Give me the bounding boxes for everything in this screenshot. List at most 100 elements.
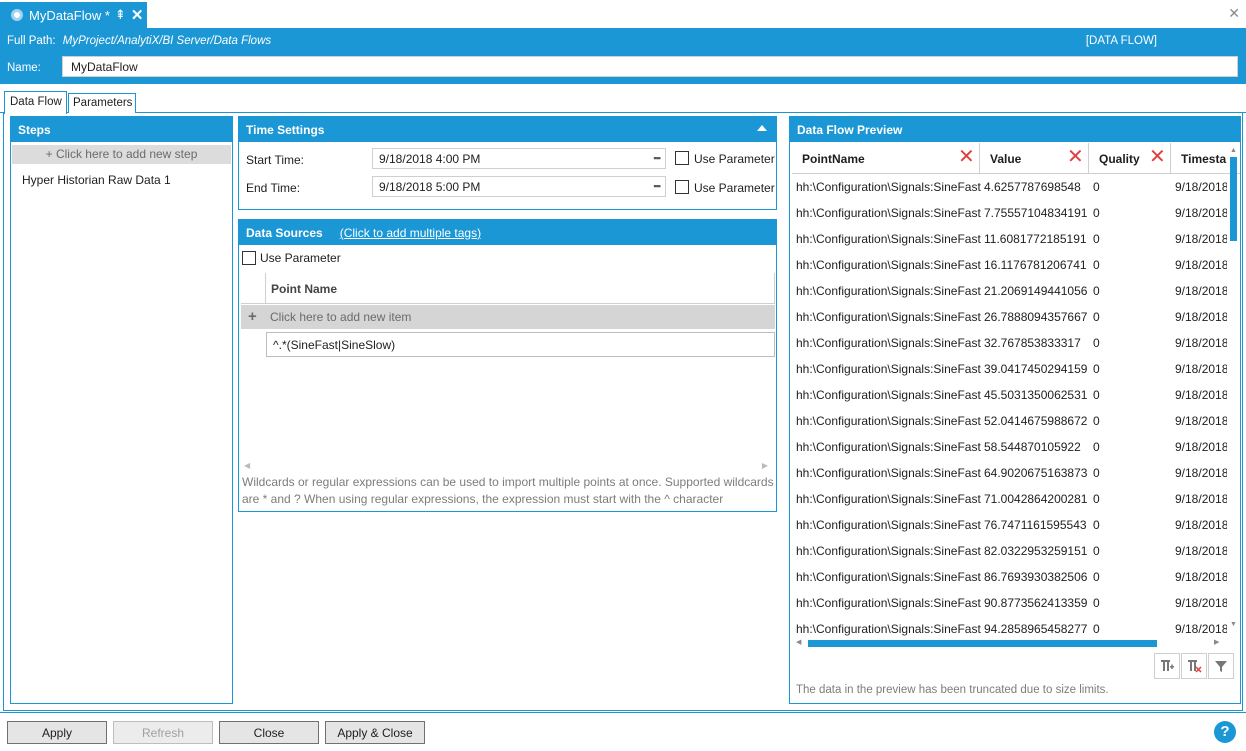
document-tab-title: MyDataFlow * xyxy=(29,7,110,23)
cell-quality: 0 xyxy=(1093,232,1100,246)
table-row[interactable]: hh:\Configuration\Signals:SineFast 11.608… xyxy=(792,226,1228,252)
window-close-icon[interactable]: ✕ xyxy=(1228,5,1240,22)
vertical-scrollbar[interactable]: ▲ ▼ xyxy=(1229,147,1238,631)
time-settings-header: Time Settings xyxy=(239,117,776,142)
scroll-right-icon[interactable]: ▶ xyxy=(1214,638,1219,646)
column-label: Quality xyxy=(1099,152,1140,166)
cell-value: 76.7471161595543 xyxy=(984,518,1087,532)
cell-timestamp: 9/18/2018 xyxy=(1175,232,1227,246)
table-row[interactable]: hh:\Configuration\Signals:SineFast 86.769… xyxy=(792,564,1228,590)
cell-quality: 0 xyxy=(1093,492,1100,506)
table-row[interactable]: hh:\Configuration\Signals:SineFast 76.747… xyxy=(792,512,1228,538)
document-tab[interactable]: MyDataFlow * ⇞ ✕ xyxy=(0,2,147,28)
cell-quality: 0 xyxy=(1093,388,1100,402)
start-time-value: 9/18/2018 4:00 PM xyxy=(379,152,481,166)
refresh-button[interactable]: Refresh xyxy=(113,721,213,744)
add-item-label: Click here to add new item xyxy=(270,310,412,324)
scroll-left-icon[interactable]: ◀ xyxy=(796,638,801,646)
tab-parameters[interactable]: Parameters xyxy=(68,93,136,113)
close-button[interactable]: Close xyxy=(219,721,319,744)
scroll-right-icon[interactable]: ▶ xyxy=(762,461,768,470)
scroll-left-icon[interactable]: ◀ xyxy=(244,461,250,470)
add-column-button[interactable] xyxy=(1154,653,1180,679)
table-row[interactable]: hh:\Configuration\Signals:SineFast 52.041… xyxy=(792,408,1228,434)
table-row[interactable]: hh:\Configuration\Signals:SineFast 45.503… xyxy=(792,382,1228,408)
cell-quality: 0 xyxy=(1093,206,1100,220)
cell-quality: 0 xyxy=(1093,284,1100,298)
name-input[interactable] xyxy=(62,56,1238,77)
tab-data-flow[interactable]: Data Flow xyxy=(4,91,67,114)
end-use-parameter-checkbox[interactable] xyxy=(675,180,689,194)
cell-timestamp: 9/18/2018 xyxy=(1175,206,1227,220)
cell-value: 11.6081772185191 xyxy=(984,232,1087,246)
cell-quality: 0 xyxy=(1093,310,1100,324)
table-row[interactable]: hh:\Configuration\Signals:SineFast 39.041… xyxy=(792,356,1228,382)
column-header-value[interactable]: Value ✕ xyxy=(980,143,1089,174)
remove-columns-button[interactable] xyxy=(1181,653,1207,679)
calendar-icon[interactable]: ▪▪▪ xyxy=(653,153,661,163)
data-flow-preview-panel: Data Flow Preview PointName ✕ Value ✕ Qu… xyxy=(789,116,1241,704)
sub-tab-bar: Data Flow Parameters xyxy=(0,91,1246,114)
column-header-quality[interactable]: Quality ✕ xyxy=(1089,143,1171,174)
plus-icon: + xyxy=(248,308,257,325)
scrollbar-thumb[interactable] xyxy=(1230,157,1237,241)
grid-divider xyxy=(265,273,266,304)
cell-value: 7.75557104834191 xyxy=(984,206,1088,220)
cell-value: 52.0414675988672 xyxy=(984,414,1088,428)
cell-pointname: hh:\Configuration\Signals:SineFast xyxy=(796,284,981,298)
table-row[interactable]: hh:\Configuration\Signals:SineFast 7.7555… xyxy=(792,200,1228,226)
cell-pointname: hh:\Configuration\Signals:SineFast xyxy=(796,388,981,402)
column-header-point-name[interactable]: Point Name xyxy=(271,282,337,296)
start-use-parameter-checkbox[interactable] xyxy=(675,151,689,165)
preview-grid-header: PointName ✕ Value ✕ Quality ✕ Timesta xyxy=(792,143,1240,174)
footer-bar: Apply Refresh Close Apply & Close ? xyxy=(0,712,1246,751)
table-row[interactable]: hh:\Configuration\Signals:SineFast 16.117… xyxy=(792,252,1228,278)
point-name-row[interactable]: ^.*(SineFast|SineSlow) xyxy=(266,332,775,357)
remove-column-icon[interactable]: ✕ xyxy=(1067,147,1084,167)
cell-pointname: hh:\Configuration\Signals:SineFast xyxy=(796,310,981,324)
column-label: Timesta xyxy=(1181,152,1227,166)
column-header-pointname[interactable]: PointName ✕ xyxy=(792,143,980,174)
cell-value: 32.767853833317 xyxy=(984,336,1081,350)
step-item[interactable]: Hyper Historian Raw Data 1 xyxy=(11,164,232,187)
cell-pointname: hh:\Configuration\Signals:SineFast xyxy=(796,492,981,506)
scrollbar-thumb[interactable] xyxy=(808,640,1157,647)
add-item-row[interactable]: + Click here to add new item xyxy=(241,305,775,329)
remove-column-icon[interactable]: ✕ xyxy=(1149,147,1166,167)
cell-pointname: hh:\Configuration\Signals:SineFast xyxy=(796,232,981,246)
table-row[interactable]: hh:\Configuration\Signals:SineFast 32.767… xyxy=(792,330,1228,356)
grid-header: Point Name xyxy=(241,273,775,304)
end-time-input[interactable]: 9/18/2018 5:00 PM ▪▪▪ xyxy=(372,176,666,197)
pin-icon[interactable]: ⇞ xyxy=(115,7,126,23)
calendar-icon[interactable]: ▪▪▪ xyxy=(653,181,661,191)
start-time-input[interactable]: 9/18/2018 4:00 PM ▪▪▪ xyxy=(372,148,666,169)
tab-close-icon[interactable]: ✕ xyxy=(131,6,144,24)
scroll-down-icon[interactable]: ▼ xyxy=(1230,621,1237,628)
table-row[interactable]: hh:\Configuration\Signals:SineFast 26.788… xyxy=(792,304,1228,330)
horizontal-scrollbar[interactable]: ◀ ▶ xyxy=(794,638,1226,649)
table-row[interactable]: hh:\Configuration\Signals:SineFast 58.544… xyxy=(792,434,1228,460)
table-row[interactable]: hh:\Configuration\Signals:SineFast 4.6257… xyxy=(792,174,1228,200)
apply-button[interactable]: Apply xyxy=(7,721,107,744)
preview-rows: hh:\Configuration\Signals:SineFast 4.6257… xyxy=(792,174,1228,642)
collapse-icon[interactable] xyxy=(757,125,767,131)
cell-timestamp: 9/18/2018 xyxy=(1175,284,1227,298)
scroll-up-icon[interactable]: ▲ xyxy=(1230,147,1237,154)
table-row[interactable]: hh:\Configuration\Signals:SineFast 82.032… xyxy=(792,538,1228,564)
help-icon[interactable]: ? xyxy=(1214,721,1236,743)
full-path: Full Path: MyProject/AnalytiX/BI Server/… xyxy=(7,35,271,47)
table-row[interactable]: hh:\Configuration\Signals:SineFast 71.004… xyxy=(792,486,1228,512)
table-row[interactable]: hh:\Configuration\Signals:SineFast 64.902… xyxy=(792,460,1228,486)
cell-pointname: hh:\Configuration\Signals:SineFast xyxy=(796,570,981,584)
add-multiple-tags-link[interactable]: (Click to add multiple tags) xyxy=(340,226,481,240)
cell-quality: 0 xyxy=(1093,544,1100,558)
table-row[interactable]: hh:\Configuration\Signals:SineFast 21.206… xyxy=(792,278,1228,304)
remove-column-icon[interactable]: ✕ xyxy=(958,147,975,167)
name-label: Name: xyxy=(7,62,41,74)
apply-and-close-button[interactable]: Apply & Close xyxy=(325,721,425,744)
cell-value: 86.7693930382506 xyxy=(984,570,1088,584)
ds-use-parameter-checkbox[interactable] xyxy=(242,251,256,265)
table-row[interactable]: hh:\Configuration\Signals:SineFast 90.877… xyxy=(792,590,1228,616)
add-step-button[interactable]: + Click here to add new step xyxy=(12,145,231,164)
filter-button[interactable] xyxy=(1208,653,1234,679)
